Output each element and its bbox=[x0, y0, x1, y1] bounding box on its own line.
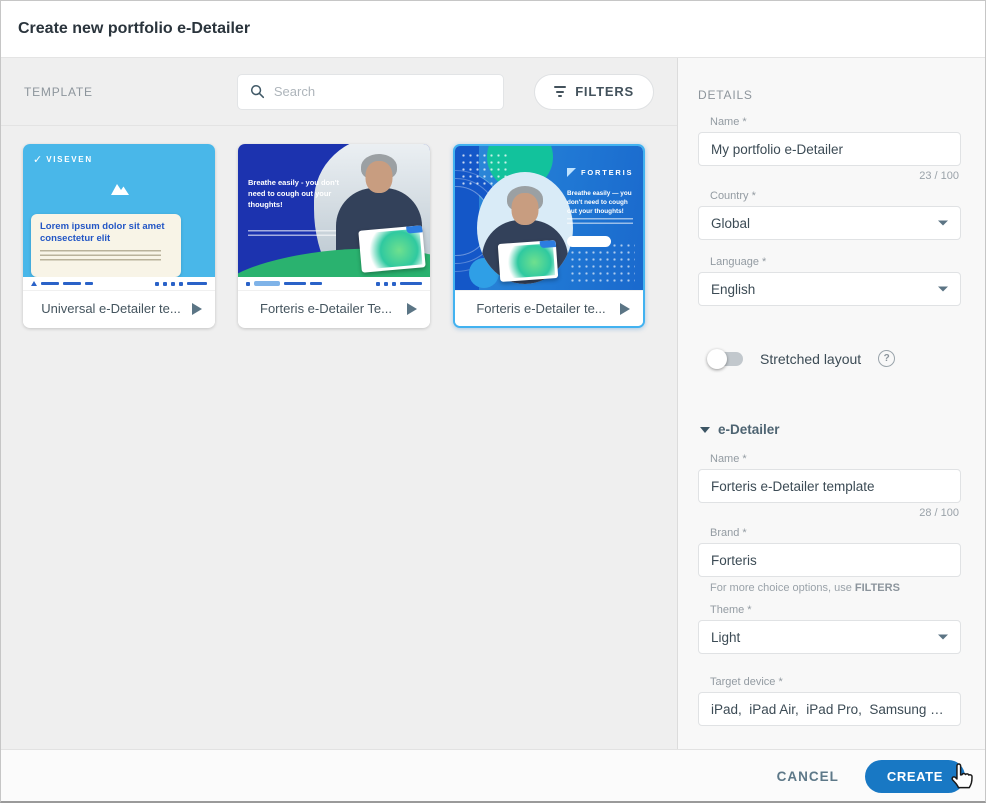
dialog-title: Create new portfolio e-Detailer bbox=[18, 20, 251, 37]
mountain-icon bbox=[111, 184, 129, 195]
search-input[interactable] bbox=[273, 84, 492, 99]
check-icon: ✓ bbox=[33, 154, 43, 166]
thumbnail-bodytext-placeholder bbox=[248, 230, 336, 239]
thumbnail-heading: Lorem ipsum dolor sit amet consectetur e… bbox=[40, 221, 165, 245]
create-portfolio-dialog: Create new portfolio e-Detailer TEMPLATE… bbox=[0, 0, 986, 803]
stretched-layout-row: Stretched layout ? bbox=[707, 348, 961, 369]
template-toolbar: TEMPLATE FILTERS bbox=[1, 58, 677, 126]
template-thumbnail: FORTERIS Breathe easily — you don't need… bbox=[455, 146, 643, 290]
template-card-list: ✓ VISEVEN Lorem ipsum dolor sit amet cons… bbox=[1, 126, 677, 346]
play-icon[interactable] bbox=[407, 302, 417, 315]
filters-button-label: FILTERS bbox=[575, 84, 634, 99]
template-thumbnail: Breathe easily - you don't need to cough… bbox=[238, 144, 430, 290]
flag-icon bbox=[567, 168, 576, 177]
template-card-title: Forteris e-Detailer te... bbox=[476, 301, 606, 316]
cancel-button[interactable]: CANCEL bbox=[777, 769, 839, 784]
product-box bbox=[358, 225, 426, 273]
play-icon[interactable] bbox=[192, 302, 202, 315]
template-card-forteris-1[interactable]: Breathe easily - you don't need to cough… bbox=[238, 144, 430, 328]
template-card-forteris-2-selected[interactable]: FORTERIS Breathe easily — you don't need… bbox=[453, 144, 645, 328]
brand-hint: For more choice options, use FILTERS bbox=[710, 582, 900, 594]
template-card-title: Universal e-Detailer te... bbox=[41, 301, 181, 316]
template-card-title: Forteris e-Detailer Te... bbox=[260, 301, 392, 316]
chevron-down-icon bbox=[938, 220, 948, 226]
thumbnail-bodytext-placeholder bbox=[40, 249, 162, 262]
thumbnail-mini-navbar bbox=[23, 277, 215, 290]
dots-pattern bbox=[569, 242, 635, 282]
filter-icon bbox=[554, 86, 567, 97]
product-box bbox=[497, 240, 559, 282]
home-icon bbox=[31, 281, 37, 286]
search-icon bbox=[250, 84, 264, 99]
edetailer-group-title: e-Detailer bbox=[718, 422, 780, 437]
name-label: Name * bbox=[710, 116, 747, 128]
country-select[interactable]: Global bbox=[698, 206, 961, 240]
forteris-logo: FORTERIS bbox=[567, 168, 633, 177]
dialog-footer: CANCEL CREATE bbox=[1, 749, 985, 801]
edetailer-name-input[interactable] bbox=[698, 469, 961, 503]
template-pane: TEMPLATE FILTERS ✓VISEVEN Lorem ipsum do… bbox=[1, 58, 678, 749]
chevron-down-icon bbox=[938, 286, 948, 292]
thumbnail-bodytext-placeholder bbox=[567, 218, 633, 227]
create-button[interactable]: CREATE bbox=[864, 759, 965, 793]
name-char-counter: 23 / 100 bbox=[919, 170, 959, 182]
template-card-footer: Forteris e-Detailer te... bbox=[455, 290, 643, 326]
language-label: Language * bbox=[710, 256, 767, 268]
thumbnail-heading: Breathe easily — you don't need to cough… bbox=[567, 190, 632, 215]
play-icon[interactable] bbox=[620, 302, 630, 315]
viseven-logo: ✓ VISEVEN bbox=[33, 154, 93, 166]
brand-label: Brand * bbox=[710, 527, 747, 539]
theme-value: Light bbox=[711, 629, 741, 645]
country-label: Country * bbox=[710, 190, 756, 202]
search-box[interactable] bbox=[236, 73, 505, 110]
template-section-label: TEMPLATE bbox=[24, 84, 93, 99]
thumbnail-text-panel: Lorem ipsum dolor sit amet consectetur e… bbox=[31, 214, 181, 277]
template-thumbnail: ✓ VISEVEN Lorem ipsum dolor sit amet cons… bbox=[23, 144, 215, 290]
brand-input[interactable] bbox=[698, 543, 961, 577]
template-card-footer: Universal e-Detailer te... bbox=[23, 290, 215, 326]
dialog-header: Create new portfolio e-Detailer bbox=[1, 1, 985, 58]
edetailer-group-header[interactable]: e-Detailer bbox=[700, 422, 961, 437]
stretched-layout-label: Stretched layout bbox=[760, 350, 862, 367]
edetailer-name-char-counter: 28 / 100 bbox=[919, 507, 959, 519]
filters-button[interactable]: FILTERS bbox=[534, 73, 654, 110]
edetailer-name-label: Name * bbox=[710, 453, 747, 465]
help-icon[interactable]: ? bbox=[878, 350, 896, 367]
chevron-down-icon bbox=[938, 634, 948, 640]
toggle-knob bbox=[707, 348, 727, 369]
target-device-input[interactable] bbox=[698, 692, 961, 726]
country-value: Global bbox=[711, 215, 751, 231]
name-input[interactable] bbox=[698, 132, 961, 166]
language-value: English bbox=[711, 281, 756, 297]
thumbnail-mini-navbar bbox=[238, 277, 430, 290]
theme-label: Theme * bbox=[710, 604, 752, 616]
language-select[interactable]: English bbox=[698, 272, 961, 306]
thumbnail-heading: Breathe easily - you don't need to cough… bbox=[248, 178, 339, 209]
details-section-label: DETAILS bbox=[698, 88, 753, 102]
template-card-footer: Forteris e-Detailer Te... bbox=[238, 290, 430, 326]
details-pane: DETAILS Name * 23 / 100 Country * Global… bbox=[678, 58, 985, 749]
stretched-layout-toggle[interactable] bbox=[707, 348, 743, 369]
template-card-universal[interactable]: ✓ VISEVEN Lorem ipsum dolor sit amet cons… bbox=[23, 144, 215, 328]
theme-select[interactable]: Light bbox=[698, 620, 961, 654]
target-device-label: Target device * bbox=[710, 676, 783, 688]
collapse-arrow-icon bbox=[700, 426, 710, 433]
